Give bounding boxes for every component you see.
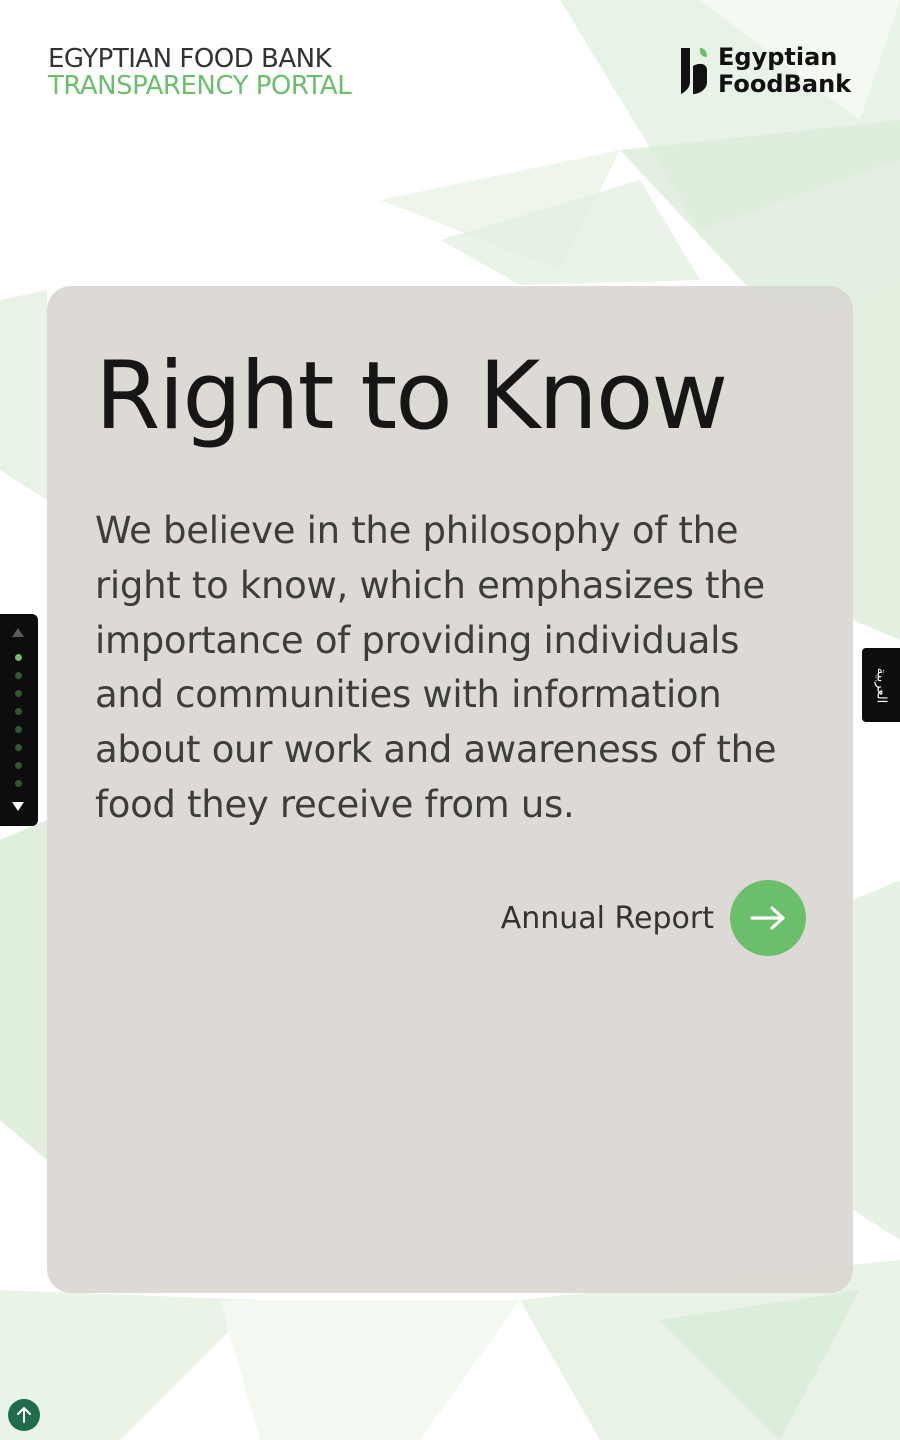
annual-report-button[interactable] bbox=[730, 880, 806, 956]
logo-wordmark: Egyptian FoodBank bbox=[718, 44, 851, 98]
annual-report-link[interactable]: Annual Report bbox=[501, 880, 806, 956]
language-toggle-arabic[interactable]: العربية bbox=[862, 648, 900, 722]
portal-title: EGYPTIAN FOOD BANK TRANSPARENCY PORTAL bbox=[48, 44, 352, 101]
section-navigator[interactable] bbox=[0, 614, 38, 826]
logo-wordmark-line2: FoodBank bbox=[718, 70, 852, 98]
arrow-up-icon bbox=[17, 1407, 31, 1423]
triangle-up-icon[interactable] bbox=[12, 628, 24, 637]
logo-wordmark-line1: Egyptian bbox=[718, 43, 838, 71]
section-dot-1[interactable] bbox=[15, 654, 22, 661]
section-dot-5[interactable] bbox=[15, 726, 22, 733]
right-to-know-card: Right to Know We believe in the philosop… bbox=[47, 286, 853, 1293]
arrow-right-icon bbox=[750, 906, 785, 930]
card-title: Right to Know bbox=[95, 342, 728, 451]
leaf-logo-icon bbox=[681, 48, 707, 94]
card-body-text: We believe in the philosophy of the righ… bbox=[95, 509, 777, 826]
section-dot-2[interactable] bbox=[15, 672, 22, 679]
scroll-to-top-button[interactable] bbox=[8, 1399, 40, 1431]
egyptian-food-bank-logo[interactable]: Egyptian FoodBank bbox=[678, 44, 851, 98]
language-toggle-label: العربية bbox=[873, 667, 889, 703]
section-dot-7[interactable] bbox=[15, 762, 22, 769]
portal-title-line1: EGYPTIAN FOOD BANK bbox=[48, 44, 332, 74]
section-dot-4[interactable] bbox=[15, 708, 22, 715]
section-dot-6[interactable] bbox=[15, 744, 22, 751]
section-dot-3[interactable] bbox=[15, 690, 22, 697]
triangle-down-icon[interactable] bbox=[12, 802, 24, 811]
annual-report-label[interactable]: Annual Report bbox=[501, 901, 714, 936]
portal-title-line2: TRANSPARENCY PORTAL bbox=[48, 71, 352, 101]
section-dot-8[interactable] bbox=[15, 780, 22, 787]
